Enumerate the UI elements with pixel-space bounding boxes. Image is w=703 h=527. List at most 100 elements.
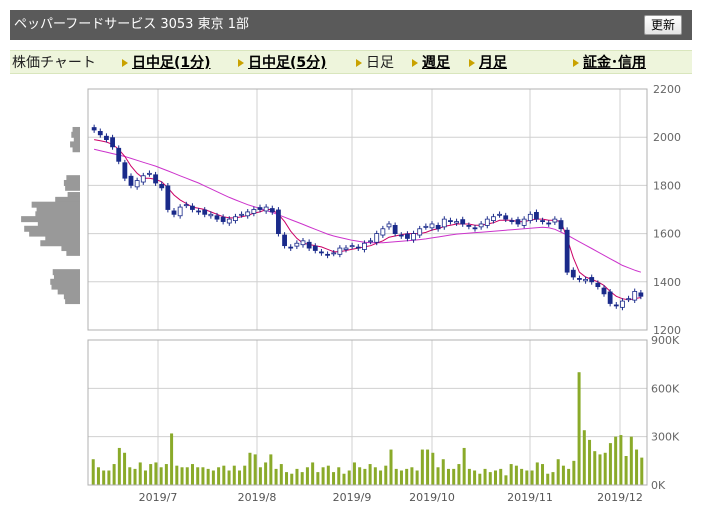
volume-bar: [525, 470, 529, 485]
volume-bar: [462, 447, 466, 485]
volume-tick-label: 900K: [651, 334, 680, 347]
candle-body: [319, 251, 324, 254]
tab-weekly[interactable]: 週足: [412, 51, 450, 75]
volume-bar: [358, 467, 362, 485]
tab-label[interactable]: 証金･信用: [583, 51, 646, 75]
tab-label[interactable]: 週足: [422, 51, 450, 75]
volume-bar: [457, 464, 461, 485]
volume-bar: [478, 473, 482, 485]
candle-body: [521, 218, 527, 226]
candle-body: [226, 218, 232, 224]
candlestick: [214, 212, 220, 223]
volume-bar: [138, 462, 142, 485]
candle-body: [613, 304, 619, 307]
candlestick: [527, 211, 533, 224]
candlestick: [355, 244, 361, 251]
volume-bar: [238, 470, 242, 485]
volume-profile-bar: [37, 220, 80, 227]
volume-bar: [347, 470, 351, 485]
tab-intraday-5min[interactable]: 日中足(5分): [238, 51, 327, 75]
volume-bar: [452, 468, 456, 485]
arrow-right-icon: [573, 59, 579, 67]
volume-bar: [243, 465, 247, 485]
candlestick: [607, 289, 613, 307]
candle-body: [196, 210, 201, 213]
volume-bar: [368, 464, 372, 485]
candle-body: [202, 209, 208, 215]
candlestick: [589, 274, 595, 285]
candle-body: [91, 127, 97, 131]
candlestick: [491, 213, 496, 224]
volume-bar: [446, 468, 450, 485]
candlestick: [570, 267, 576, 280]
volume-profile-bar: [55, 196, 80, 203]
candle-body: [417, 228, 423, 236]
tab-label[interactable]: 日中足(5分): [248, 51, 327, 75]
volume-bar: [232, 465, 236, 485]
candle-body: [491, 216, 496, 221]
refresh-button[interactable]: 更新: [643, 15, 682, 35]
candlestick: [386, 221, 392, 230]
candlestick: [509, 217, 515, 225]
candle-body: [595, 282, 601, 288]
volume-bar: [170, 433, 174, 485]
arrow-right-icon: [469, 59, 475, 67]
price-tick-label: 1200: [653, 324, 681, 337]
candlestick: [405, 231, 410, 242]
candlestick: [233, 213, 238, 224]
candle-body: [558, 220, 564, 230]
candle-body: [190, 205, 195, 210]
volume-profile-bar: [65, 298, 80, 305]
candle-body: [165, 185, 171, 210]
candle-body: [435, 225, 441, 230]
volume-bar: [258, 467, 262, 485]
candlestick: [208, 211, 214, 219]
candle-body: [233, 216, 238, 221]
tab-label[interactable]: 月足: [479, 51, 507, 75]
volume-bar: [441, 459, 445, 485]
volume-bar: [117, 447, 121, 485]
volume-bar: [415, 470, 419, 485]
arrow-right-icon: [238, 59, 244, 67]
tab-monthly[interactable]: 月足: [469, 51, 507, 75]
volume-profile-bar: [45, 235, 80, 242]
candlestick: [503, 212, 509, 223]
volume-bar: [420, 449, 424, 485]
candlestick: [251, 206, 257, 217]
volume-bar: [102, 470, 106, 485]
candlestick: [116, 145, 122, 165]
candlestick: [564, 227, 570, 276]
volume-bar: [603, 452, 607, 485]
chart-tabs: 株価チャート 日中足(1分) 日中足(5分) 日足 週足 月足 証金･信用: [10, 50, 692, 74]
candle-body: [368, 240, 373, 243]
candle-body: [355, 246, 361, 249]
volume-bar: [535, 462, 539, 485]
volume-profile-bar: [66, 249, 80, 256]
candle-body: [441, 218, 447, 228]
tab-intraday-1min[interactable]: 日中足(1分): [122, 51, 211, 75]
volume-profile-bar: [40, 240, 80, 247]
candle-body: [454, 221, 459, 224]
candlestick: [448, 217, 453, 225]
volume-bar: [373, 467, 377, 485]
volume-bar: [311, 462, 315, 485]
tab-label[interactable]: 日中足(1分): [132, 51, 211, 75]
candlestick: [110, 134, 115, 150]
candle-body: [472, 227, 478, 230]
volume-bar: [572, 460, 576, 485]
candlestick: [325, 251, 330, 259]
candle-body: [423, 225, 429, 228]
moving-average-short: [94, 139, 641, 301]
volume-bar: [520, 468, 524, 485]
candlestick: [601, 285, 607, 297]
candlestick: [472, 224, 478, 232]
volume-profile-bar: [29, 230, 80, 237]
candlesticks: [91, 124, 644, 311]
tab-margin-credit[interactable]: 証金･信用: [573, 51, 646, 75]
candlestick: [134, 177, 140, 190]
volume-bar: [175, 465, 179, 485]
volume-bars: [91, 372, 644, 485]
candlestick: [429, 221, 435, 231]
volume-bar: [593, 451, 597, 485]
volume-profile-bar: [36, 206, 80, 213]
